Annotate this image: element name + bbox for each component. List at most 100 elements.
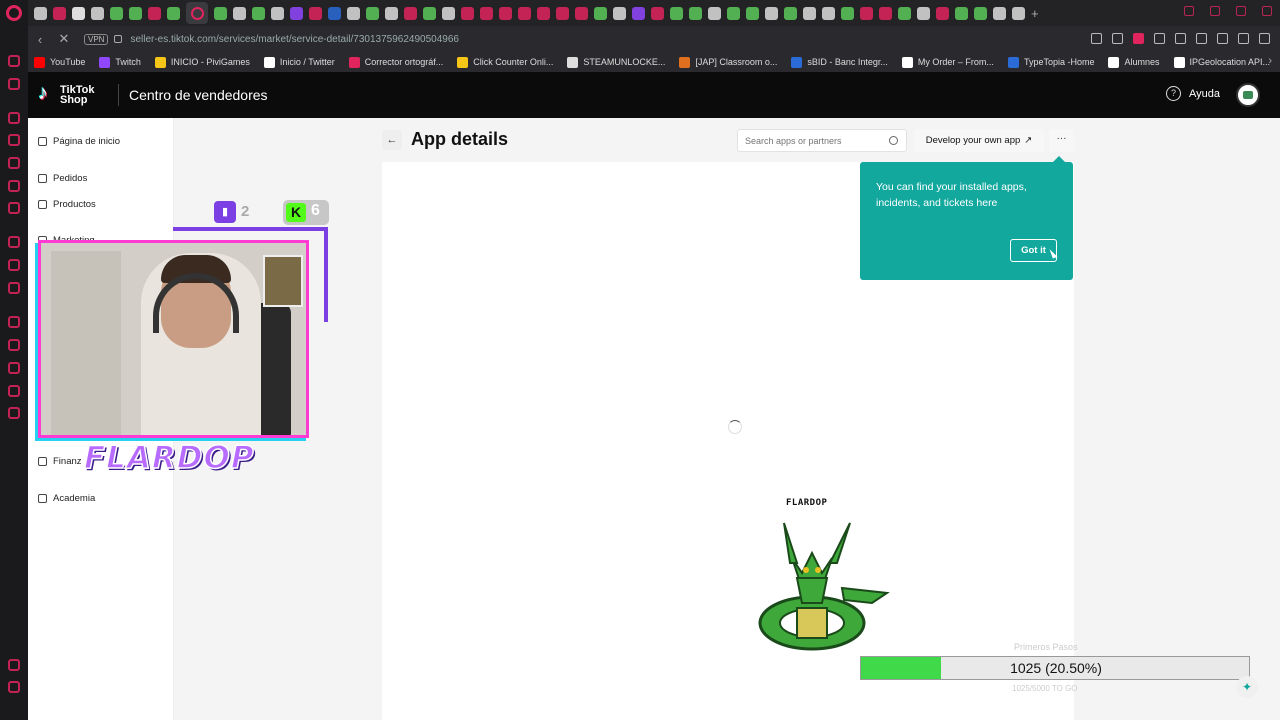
tab-favicon-icon[interactable] [670,6,683,20]
tab-favicon-icon[interactable] [594,6,607,20]
search-icon[interactable] [889,136,898,145]
bookmark-item[interactable]: Click Counter Onli... [457,56,553,68]
sidebar-app-icon[interactable] [8,236,20,248]
maximize-icon[interactable] [1236,6,1246,16]
bookmark-item[interactable]: sBID - Banc Integr... [791,56,888,68]
tab-favicon-icon[interactable] [575,6,588,20]
tiktok-shop-brand[interactable]: TikTok Shop [60,85,110,106]
sidebar-app-icon[interactable] [8,112,20,124]
back-icon[interactable]: ‹ [28,32,52,47]
sidebar-app-icon[interactable] [8,362,20,374]
tab-favicon-icon[interactable] [461,6,474,20]
tab-favicon-icon[interactable] [784,6,797,20]
develop-app-button[interactable]: Develop your own app ↗ [914,129,1044,152]
search-input[interactable] [745,130,885,151]
tiktok-logo-icon[interactable] [38,83,56,105]
back-button[interactable]: ← [382,130,402,150]
tab-favicon-icon[interactable] [518,6,531,20]
tab-favicon-icon[interactable] [708,6,721,20]
sidebar-app-icon[interactable] [8,134,20,146]
tab-favicon-icon[interactable] [879,6,892,20]
sidebar-app-icon[interactable] [8,282,20,294]
menu-icon[interactable] [1259,33,1270,44]
bookmarks-more-icon[interactable]: › [1268,55,1272,67]
tab-favicon-icon[interactable] [1012,6,1025,20]
sidebar-item-products[interactable]: Productos [38,199,96,210]
bookmark-item[interactable]: Alumnes [1108,56,1160,68]
bookmark-item[interactable]: Corrector ortográf... [348,56,443,68]
tab-favicon-icon[interactable] [72,6,85,20]
chat-assistant-icon[interactable]: ✦ [1236,676,1258,698]
bookmark-item[interactable]: [JAP] Classroom o... [679,56,777,68]
sidebar-app-icon[interactable] [8,180,20,192]
tab-favicon-icon[interactable] [499,6,512,20]
wallet-icon[interactable] [1217,33,1228,44]
bookmark-item[interactable]: IPGeolocation API... [1173,56,1270,68]
extensions-icon[interactable] [1196,33,1207,44]
more-button[interactable]: ··· [1049,129,1074,152]
bookmark-item[interactable]: My Order – From... [901,56,994,68]
tab-favicon-icon[interactable] [936,6,949,20]
tab-active[interactable] [186,2,208,24]
tab-favicon-icon[interactable] [955,6,968,20]
tab-favicon-icon[interactable] [404,6,417,20]
sidebar-item-home[interactable]: Página de inicio [38,136,120,147]
tab-favicon-icon[interactable] [252,6,265,20]
search-tabs-icon[interactable] [1184,6,1194,16]
tab-favicon-icon[interactable] [556,6,569,20]
tab-favicon-icon[interactable] [917,6,930,20]
opera-logo-icon[interactable] [6,5,22,21]
tab-favicon-icon[interactable] [632,6,645,20]
sidebar-app-icon[interactable] [8,55,20,67]
tab-favicon-icon[interactable] [129,6,142,20]
sidebar-app-icon[interactable] [8,316,20,328]
sidebar-item-orders[interactable]: Pedidos [38,173,87,184]
tab-favicon-icon[interactable] [214,6,227,20]
tab-favicon-icon[interactable] [993,6,1006,20]
tab-favicon-icon[interactable] [746,6,759,20]
tab-favicon-icon[interactable] [233,6,246,20]
sidebar-app-icon[interactable] [8,157,20,169]
tab-favicon-icon[interactable] [803,6,816,20]
bookmark-item[interactable]: Twitch [99,56,141,68]
tab-favicon-icon[interactable] [385,6,398,20]
tab-favicon-icon[interactable] [167,6,180,20]
tab-favicon-icon[interactable] [898,6,911,20]
tab-favicon-icon[interactable] [110,6,123,20]
search-box[interactable] [737,129,907,152]
lock-icon[interactable] [114,35,123,43]
tab-favicon-icon[interactable] [841,6,854,20]
bookmark-item[interactable]: YouTube [34,56,85,68]
sidebar-app-icon[interactable] [8,202,20,214]
tab-favicon-icon[interactable] [309,6,322,20]
download-icon[interactable] [1238,33,1249,44]
tab-favicon-icon[interactable] [442,6,455,20]
settings-icon[interactable] [8,407,20,419]
adblock-icon[interactable] [1133,33,1144,44]
bookmark-item[interactable]: INICIO - PiviGames [154,56,250,68]
tab-favicon-icon[interactable] [651,6,664,20]
tab-favicon-icon[interactable] [822,6,835,20]
tab-favicon-icon[interactable] [860,6,873,20]
minimize-icon[interactable] [1210,6,1220,16]
tab-favicon-icon[interactable] [328,6,341,20]
help-button[interactable]: ? Ayuda [1166,86,1220,101]
tab-favicon-icon[interactable] [34,6,47,20]
sidebar-item-finance[interactable]: Finanz [38,456,82,467]
tab-favicon-icon[interactable] [765,6,778,20]
url-field[interactable]: seller-es.tiktok.com/services/market/ser… [130,34,459,45]
heart-icon[interactable] [1175,33,1186,44]
sidebar-app-icon[interactable] [8,659,20,671]
sidebar-app-icon[interactable] [8,78,20,90]
tab-favicon-icon[interactable] [347,6,360,20]
close-load-icon[interactable]: ✕ [52,31,76,47]
tab-favicon-icon[interactable] [271,6,284,20]
tab-favicon-icon[interactable] [974,6,987,20]
tab-favicon-icon[interactable] [366,6,379,20]
tab-favicon-icon[interactable] [53,6,66,20]
avatar[interactable] [1236,83,1260,107]
sidebar-app-icon[interactable] [8,681,20,693]
tab-favicon-icon[interactable] [148,6,161,20]
close-icon[interactable] [1262,6,1272,16]
bookmark-item[interactable]: TypeTopia -Home [1007,56,1094,68]
